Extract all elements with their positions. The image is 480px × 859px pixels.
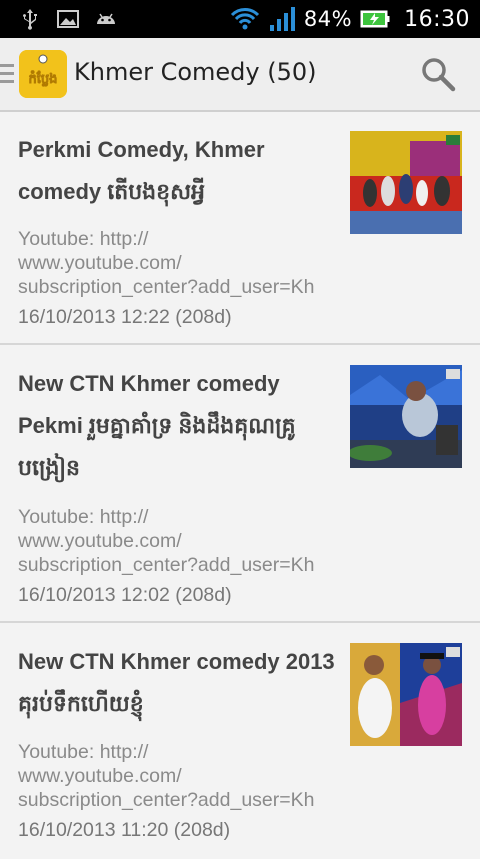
video-thumbnail[interactable] bbox=[350, 131, 462, 234]
image-icon bbox=[56, 7, 80, 31]
list-item[interactable]: New CTN Khmer comedy Pekmi រួមគ្នាគាំទ្រ… bbox=[0, 345, 480, 623]
item-title: New CTN Khmer comedy 2013 គុរប់ទឹកហើយខ្ញ… bbox=[18, 649, 335, 716]
battery-percent: 84% bbox=[303, 7, 353, 31]
action-bar: កំប្លែង Khmer Comedy (50) bbox=[0, 38, 480, 112]
app-title: Khmer Comedy (50) bbox=[74, 58, 317, 86]
item-description: Youtube: http:// www.youtube.com/ subscr… bbox=[18, 506, 315, 576]
item-description: Youtube: http:// www.youtube.com/ subscr… bbox=[18, 228, 315, 298]
signal-icon bbox=[268, 5, 296, 33]
usb-icon bbox=[18, 7, 42, 31]
app-logo[interactable]: កំប្លែង bbox=[19, 50, 67, 98]
app-logo-text: កំប្លែង bbox=[29, 70, 58, 87]
battery-charging-icon bbox=[360, 8, 390, 30]
item-description: Youtube: http:// www.youtube.com/ subscr… bbox=[18, 741, 315, 811]
search-button[interactable] bbox=[420, 56, 456, 92]
video-thumbnail[interactable] bbox=[350, 365, 462, 468]
list-item[interactable]: Perkmi Comedy, Khmer comedy តើបងខុសអ្វី … bbox=[0, 112, 480, 345]
item-title: Perkmi Comedy, Khmer comedy តើបងខុសអ្វី bbox=[18, 137, 265, 204]
item-title: New CTN Khmer comedy Pekmi រួមគ្នាគាំទ្រ… bbox=[18, 371, 296, 480]
item-date: 16/10/2013 12:22 (208d) bbox=[18, 306, 232, 328]
item-date: 16/10/2013 12:02 (208d) bbox=[18, 584, 232, 606]
drawer-icon[interactable] bbox=[0, 64, 14, 88]
status-bar: 84% 16:30 bbox=[0, 0, 480, 38]
android-icon bbox=[94, 7, 118, 31]
wifi-icon bbox=[230, 5, 260, 33]
item-date: 16/10/2013 11:20 (208d) bbox=[18, 819, 231, 841]
video-thumbnail[interactable] bbox=[350, 643, 462, 746]
list-item[interactable]: New CTN Khmer comedy 2013 គុរប់ទឹកហើយខ្ញ… bbox=[0, 623, 480, 859]
video-list: Perkmi Comedy, Khmer comedy តើបងខុសអ្វី … bbox=[0, 112, 480, 859]
search-icon bbox=[422, 58, 456, 92]
clock: 16:30 bbox=[404, 6, 470, 32]
